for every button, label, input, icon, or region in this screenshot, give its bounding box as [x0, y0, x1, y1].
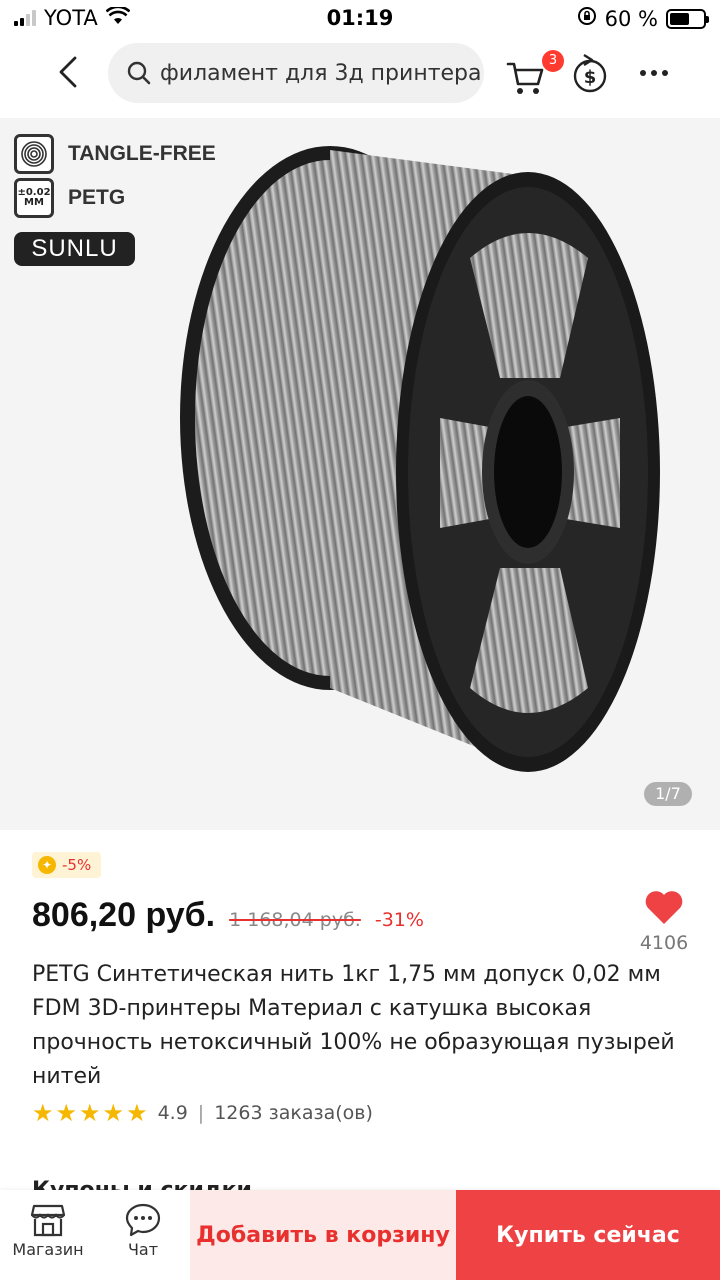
svg-text:$: $	[584, 67, 597, 88]
orientation-lock-icon	[577, 6, 597, 31]
price-row: 806,20 руб. 1 168,04 руб. -31%	[32, 896, 424, 935]
star-icon: ★	[126, 1099, 148, 1127]
wishlist-button[interactable]: 4106	[636, 890, 692, 954]
cart-icon	[506, 62, 544, 94]
store-button[interactable]: Магазин	[8, 1200, 88, 1259]
search-icon	[127, 61, 151, 85]
coin-exchange-icon: $	[573, 53, 607, 93]
chat-button[interactable]: Чат	[103, 1200, 183, 1259]
star-icon: ★	[55, 1099, 78, 1127]
store-icon	[30, 1204, 66, 1237]
coin-discount-badge: ✦ -5%	[32, 852, 102, 878]
rating-value: 4.9	[157, 1102, 188, 1124]
product-title: PETG Синтетическая нить 1кг 1,75 мм допу…	[32, 962, 675, 1089]
more-dots-icon	[640, 70, 646, 76]
more-options-button[interactable]	[634, 58, 674, 88]
coupons-section-title: Купоны и скидки	[32, 1176, 252, 1190]
search-input[interactable]: филамент для 3д принтера	[108, 43, 484, 103]
coin-discount-text: -5%	[62, 856, 92, 874]
search-query: филамент для 3д принтера	[160, 60, 482, 86]
separator: |	[197, 1102, 205, 1124]
buy-now-button[interactable]: Купить сейчас	[456, 1190, 720, 1280]
status-bar: YOTA 01:19 60 %	[0, 0, 720, 36]
current-price: 806,20 руб.	[32, 896, 216, 934]
battery-icon	[666, 8, 709, 29]
add-to-cart-button[interactable]: Добавить в корзину	[190, 1190, 456, 1280]
chat-label: Чат	[127, 1240, 159, 1259]
bottom-action-bar: Магазин Чат Добавить в корзину Купить се…	[0, 1190, 720, 1280]
battery-text: 60 %	[604, 6, 658, 31]
status-right: 60 %	[577, 6, 709, 31]
coin-exchange-button[interactable]: $	[570, 52, 610, 96]
rating-row[interactable]: ★ ★ ★ ★ ★ 4.9 | 1263 заказа(ов)	[32, 1100, 373, 1126]
cart-button[interactable]: 3	[506, 50, 564, 96]
coin-icon: ✦	[38, 856, 56, 874]
rating-stars: ★ ★ ★ ★ ★	[32, 1100, 148, 1126]
star-icon: ★	[32, 1099, 54, 1127]
star-icon: ★	[79, 1099, 101, 1127]
star-icon: ★	[102, 1099, 125, 1127]
back-button[interactable]	[46, 50, 90, 94]
image-counter: 1/7	[644, 782, 692, 806]
chevron-left-icon	[59, 56, 77, 88]
store-label: Магазин	[12, 1240, 84, 1259]
tolerance-icon: ±0.02 MM	[14, 178, 54, 218]
filament-spool-image	[180, 146, 660, 772]
petg-badge: ±0.02 MM PETG	[14, 178, 125, 218]
brand-logo: SUNLU	[14, 232, 135, 266]
old-price: 1 168,04 руб.	[229, 909, 361, 931]
badge-label: PETG	[68, 186, 126, 209]
cart-count-badge: 3	[542, 50, 564, 72]
product-image-carousel[interactable]: TANGLE-FREE ±0.02 MM PETG SUNLU 1/7	[0, 118, 720, 830]
heart-icon	[645, 891, 683, 924]
header: филамент для 3д принтера 3 $	[0, 40, 720, 106]
discount-percent: -31%	[374, 909, 424, 931]
spool-rings-icon	[14, 134, 54, 174]
orders-count: 1263 заказа(ов)	[214, 1102, 373, 1124]
wishlist-count: 4106	[639, 932, 689, 954]
chat-icon	[125, 1203, 161, 1237]
